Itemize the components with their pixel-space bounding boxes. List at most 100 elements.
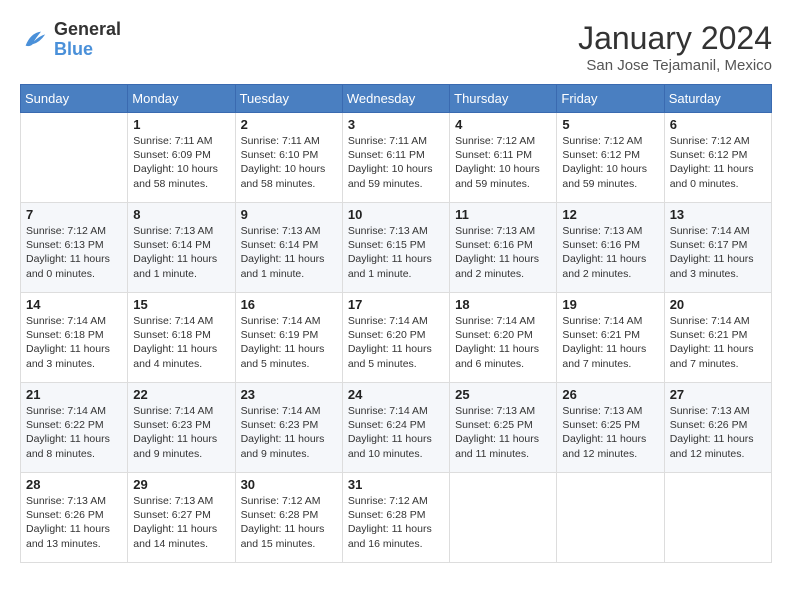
- day-number: 30: [241, 477, 337, 492]
- day-number: 3: [348, 117, 444, 132]
- col-header-saturday: Saturday: [664, 85, 771, 113]
- calendar-cell: 7 Sunrise: 7:12 AMSunset: 6:13 PMDaylight…: [21, 203, 128, 293]
- col-header-monday: Monday: [128, 85, 235, 113]
- day-number: 26: [562, 387, 658, 402]
- day-info: Sunrise: 7:14 AMSunset: 6:17 PMDaylight:…: [670, 224, 766, 281]
- day-number: 12: [562, 207, 658, 222]
- calendar-cell: 5Sunrise: 7:12 AMSunset: 6:12 PMDaylight…: [557, 113, 664, 203]
- day-number: 6: [670, 117, 766, 132]
- day-info: Sunrise: 7:11 AMSunset: 6:09 PMDaylight:…: [133, 134, 229, 191]
- day-info: Sunrise: 7:13 AMSunset: 6:25 PMDaylight:…: [562, 404, 658, 461]
- day-info: Sunrise: 7:11 AMSunset: 6:11 PMDaylight:…: [348, 134, 444, 191]
- day-info: Sunrise: 7:13 AMSunset: 6:15 PMDaylight:…: [348, 224, 444, 281]
- calendar-cell: 12 Sunrise: 7:13 AMSunset: 6:16 PMDayligh…: [557, 203, 664, 293]
- calendar-cell: 20 Sunrise: 7:14 AMSunset: 6:21 PMDayligh…: [664, 293, 771, 383]
- day-info: Sunrise: 7:14 AMSunset: 6:22 PMDaylight:…: [26, 404, 122, 461]
- day-info: Sunrise: 7:12 AMSunset: 6:12 PMDaylight:…: [670, 134, 766, 191]
- day-info: Sunrise: 7:14 AMSunset: 6:18 PMDaylight:…: [26, 314, 122, 371]
- day-number: 25: [455, 387, 551, 402]
- day-info: Sunrise: 7:14 AMSunset: 6:18 PMDaylight:…: [133, 314, 229, 371]
- calendar-cell: 17 Sunrise: 7:14 AMSunset: 6:20 PMDayligh…: [342, 293, 449, 383]
- calendar-cell: [664, 473, 771, 563]
- day-info: Sunrise: 7:13 AMSunset: 6:26 PMDaylight:…: [26, 494, 122, 551]
- calendar-cell: 14 Sunrise: 7:14 AMSunset: 6:18 PMDayligh…: [21, 293, 128, 383]
- calendar-cell: 10 Sunrise: 7:13 AMSunset: 6:15 PMDayligh…: [342, 203, 449, 293]
- day-info: Sunrise: 7:11 AMSunset: 6:10 PMDaylight:…: [241, 134, 337, 191]
- calendar-cell: 21 Sunrise: 7:14 AMSunset: 6:22 PMDayligh…: [21, 383, 128, 473]
- title-block: January 2024 San Jose Tejamanil, Mexico: [578, 20, 772, 74]
- day-info: Sunrise: 7:13 AMSunset: 6:27 PMDaylight:…: [133, 494, 229, 551]
- day-info: Sunrise: 7:14 AMSunset: 6:23 PMDaylight:…: [133, 404, 229, 461]
- calendar-cell: 19 Sunrise: 7:14 AMSunset: 6:21 PMDayligh…: [557, 293, 664, 383]
- calendar-cell: 22 Sunrise: 7:14 AMSunset: 6:23 PMDayligh…: [128, 383, 235, 473]
- calendar-cell: 13 Sunrise: 7:14 AMSunset: 6:17 PMDayligh…: [664, 203, 771, 293]
- day-number: 22: [133, 387, 229, 402]
- logo: General Blue: [20, 20, 121, 60]
- col-header-wednesday: Wednesday: [342, 85, 449, 113]
- day-info: Sunrise: 7:13 AMSunset: 6:26 PMDaylight:…: [670, 404, 766, 461]
- location: San Jose Tejamanil, Mexico: [578, 57, 772, 74]
- calendar-cell: 31Sunrise: 7:12 AMSunset: 6:28 PMDayligh…: [342, 473, 449, 563]
- day-number: 15: [133, 297, 229, 312]
- month-title: January 2024: [578, 20, 772, 57]
- day-info: Sunrise: 7:12 AMSunset: 6:28 PMDaylight:…: [241, 494, 337, 551]
- calendar-cell: 23 Sunrise: 7:14 AMSunset: 6:23 PMDayligh…: [235, 383, 342, 473]
- logo-blue: Blue: [54, 40, 121, 60]
- col-header-tuesday: Tuesday: [235, 85, 342, 113]
- day-number: 4: [455, 117, 551, 132]
- day-info: Sunrise: 7:13 AMSunset: 6:16 PMDaylight:…: [562, 224, 658, 281]
- day-number: 7: [26, 207, 122, 222]
- day-info: Sunrise: 7:14 AMSunset: 6:20 PMDaylight:…: [455, 314, 551, 371]
- day-number: 24: [348, 387, 444, 402]
- day-info: Sunrise: 7:13 AMSunset: 6:14 PMDaylight:…: [133, 224, 229, 281]
- day-number: 27: [670, 387, 766, 402]
- day-number: 9: [241, 207, 337, 222]
- day-number: 1: [133, 117, 229, 132]
- day-number: 21: [26, 387, 122, 402]
- day-number: 31: [348, 477, 444, 492]
- calendar-cell: 24Sunrise: 7:14 AMSunset: 6:24 PMDayligh…: [342, 383, 449, 473]
- day-info: Sunrise: 7:12 AMSunset: 6:12 PMDaylight:…: [562, 134, 658, 191]
- day-info: Sunrise: 7:14 AMSunset: 6:19 PMDaylight:…: [241, 314, 337, 371]
- calendar-cell: 2 Sunrise: 7:11 AMSunset: 6:10 PMDaylight…: [235, 113, 342, 203]
- logo-general: General: [54, 20, 121, 40]
- logo-text: General Blue: [54, 20, 121, 60]
- day-number: 8: [133, 207, 229, 222]
- calendar-cell: 4Sunrise: 7:12 AMSunset: 6:11 PMDaylight…: [450, 113, 557, 203]
- calendar-cell: 8 Sunrise: 7:13 AMSunset: 6:14 PMDaylight…: [128, 203, 235, 293]
- day-number: 29: [133, 477, 229, 492]
- calendar-cell: 28 Sunrise: 7:13 AMSunset: 6:26 PMDayligh…: [21, 473, 128, 563]
- calendar-cell: 6 Sunrise: 7:12 AMSunset: 6:12 PMDaylight…: [664, 113, 771, 203]
- day-info: Sunrise: 7:14 AMSunset: 6:21 PMDaylight:…: [562, 314, 658, 371]
- calendar-cell: 30 Sunrise: 7:12 AMSunset: 6:28 PMDayligh…: [235, 473, 342, 563]
- col-header-sunday: Sunday: [21, 85, 128, 113]
- calendar-cell: 29 Sunrise: 7:13 AMSunset: 6:27 PMDayligh…: [128, 473, 235, 563]
- calendar-cell: [21, 113, 128, 203]
- calendar-cell: 25Sunrise: 7:13 AMSunset: 6:25 PMDayligh…: [450, 383, 557, 473]
- calendar-cell: 16Sunrise: 7:14 AMSunset: 6:19 PMDayligh…: [235, 293, 342, 383]
- calendar-table: SundayMondayTuesdayWednesdayThursdayFrid…: [20, 84, 772, 563]
- calendar-cell: 11Sunrise: 7:13 AMSunset: 6:16 PMDayligh…: [450, 203, 557, 293]
- day-number: 19: [562, 297, 658, 312]
- day-info: Sunrise: 7:14 AMSunset: 6:21 PMDaylight:…: [670, 314, 766, 371]
- page-header: General Blue January 2024 San Jose Tejam…: [20, 20, 772, 74]
- calendar-cell: 3 Sunrise: 7:11 AMSunset: 6:11 PMDaylight…: [342, 113, 449, 203]
- day-info: Sunrise: 7:14 AMSunset: 6:20 PMDaylight:…: [348, 314, 444, 371]
- day-number: 13: [670, 207, 766, 222]
- day-number: 28: [26, 477, 122, 492]
- calendar-cell: 9Sunrise: 7:13 AMSunset: 6:14 PMDaylight…: [235, 203, 342, 293]
- day-number: 18: [455, 297, 551, 312]
- calendar-cell: [450, 473, 557, 563]
- day-number: 2: [241, 117, 337, 132]
- day-info: Sunrise: 7:12 AMSunset: 6:13 PMDaylight:…: [26, 224, 122, 281]
- day-info: Sunrise: 7:14 AMSunset: 6:23 PMDaylight:…: [241, 404, 337, 461]
- day-info: Sunrise: 7:13 AMSunset: 6:16 PMDaylight:…: [455, 224, 551, 281]
- logo-bird-icon: [20, 26, 48, 54]
- day-number: 14: [26, 297, 122, 312]
- day-number: 10: [348, 207, 444, 222]
- calendar-cell: 27 Sunrise: 7:13 AMSunset: 6:26 PMDayligh…: [664, 383, 771, 473]
- day-number: 17: [348, 297, 444, 312]
- day-number: 20: [670, 297, 766, 312]
- calendar-cell: 18 Sunrise: 7:14 AMSunset: 6:20 PMDayligh…: [450, 293, 557, 383]
- day-number: 23: [241, 387, 337, 402]
